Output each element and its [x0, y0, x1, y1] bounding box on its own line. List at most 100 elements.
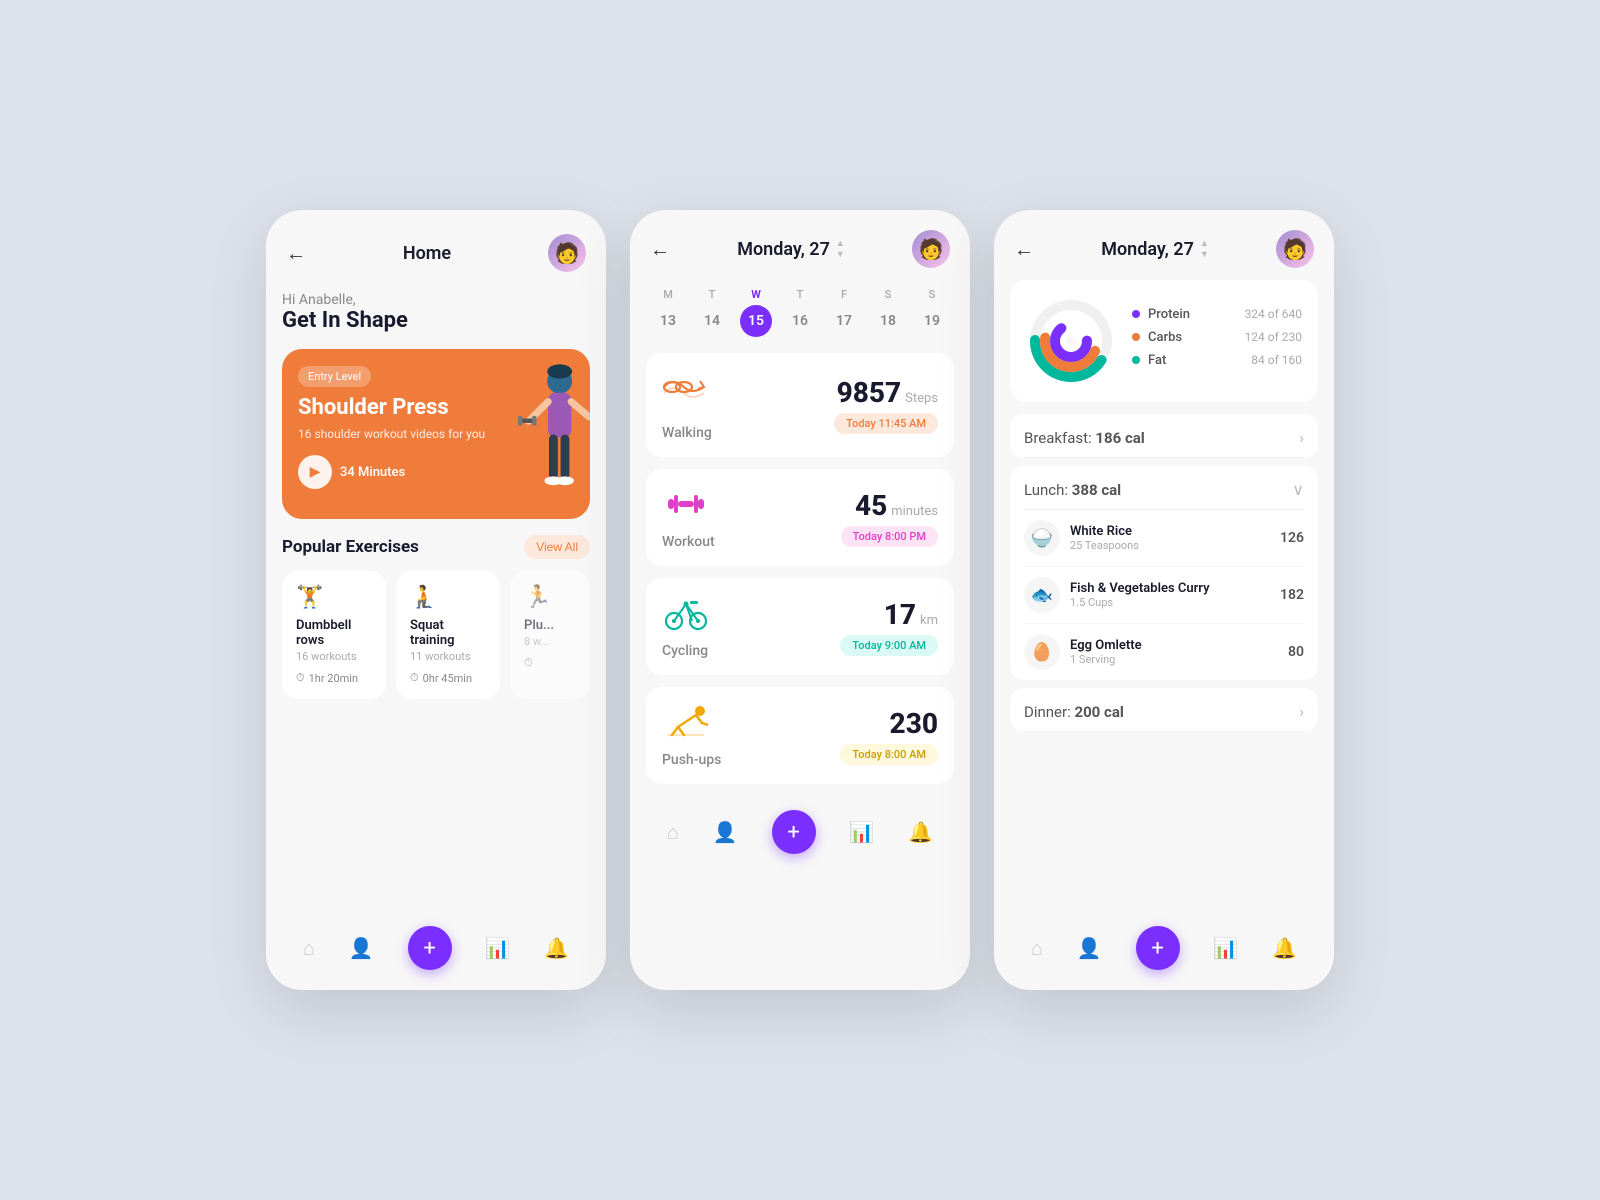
- food-calories: 80: [1288, 644, 1304, 660]
- exercise-name: Plu...: [524, 618, 576, 633]
- greeting-main: Get In Shape: [282, 308, 590, 333]
- profile-nav-icon[interactable]: 👤: [349, 936, 374, 960]
- food-calories: 126: [1280, 530, 1304, 546]
- activity-card-walking[interactable]: Walking 9857 Steps Today 11:45 AM: [646, 353, 954, 457]
- home-nav-icon[interactable]: ⌂: [1031, 936, 1043, 961]
- expand-icon[interactable]: ›: [1299, 428, 1304, 447]
- fat-dot: [1132, 356, 1140, 364]
- home-nav-icon[interactable]: ⌂: [667, 820, 679, 845]
- activity-value: 45 minutes Today 8:00 PM: [727, 489, 938, 547]
- pushups-icon: [662, 703, 710, 748]
- food-name: White Rice: [1070, 524, 1139, 539]
- protein-dot: [1132, 310, 1140, 318]
- day-item-active[interactable]: W 15: [740, 288, 772, 337]
- activity-card-pushups[interactable]: Push-ups 230 Today 8:00 AM: [646, 687, 954, 784]
- avatar[interactable]: 🧑: [1276, 230, 1314, 268]
- day-item[interactable]: S 18: [872, 288, 904, 337]
- bell-nav-icon[interactable]: 🔔: [1272, 936, 1297, 960]
- bottom-nav: ⌂ 👤 + 📊 🔔: [630, 796, 970, 874]
- activity-value: 230 Today 8:00 AM: [733, 707, 938, 765]
- day-item[interactable]: F 17: [828, 288, 860, 337]
- profile-nav-icon[interactable]: 👤: [1077, 936, 1102, 960]
- add-button[interactable]: +: [1136, 926, 1180, 970]
- exercise-card[interactable]: 🏃 Plu... 8 w... ⏱: [510, 571, 590, 699]
- hero-card[interactable]: Entry Level Shoulder Press 16 shoulder w…: [282, 349, 590, 519]
- exercise-card[interactable]: 🏋️ Dumbbell rows 16 workouts ⏱ 1hr 20min: [282, 571, 386, 699]
- walking-icon: [662, 369, 710, 421]
- phone3-header: ← Monday, 27 ▲▼ 🧑: [994, 210, 1334, 280]
- date-arrows[interactable]: ▲▼: [836, 238, 845, 260]
- food-amount: 1 Serving: [1070, 653, 1142, 666]
- protein-label: Protein: [1148, 307, 1237, 322]
- back-button[interactable]: ←: [650, 237, 670, 262]
- bottom-nav: ⌂ 👤 + 📊 🔔: [266, 912, 606, 990]
- rice-icon: 🍚: [1024, 520, 1060, 556]
- home-nav-icon[interactable]: ⌂: [303, 936, 315, 961]
- chart-nav-icon[interactable]: 📊: [849, 820, 874, 844]
- bell-nav-icon[interactable]: 🔔: [544, 936, 569, 960]
- avatar[interactable]: 🧑: [912, 230, 950, 268]
- avatar[interactable]: 🧑: [548, 234, 586, 272]
- bell-nav-icon[interactable]: 🔔: [908, 820, 933, 844]
- workout-icon: [662, 485, 710, 530]
- macro-protein: Protein 324 of 640: [1132, 307, 1302, 322]
- carbs-label: Carbs: [1148, 330, 1237, 345]
- day-item[interactable]: T 14: [696, 288, 728, 337]
- exercise-time: ⏱ 1hr 20min: [296, 671, 372, 685]
- clock-icon: ⏱: [524, 656, 533, 670]
- activity-badge: Today 11:45 AM: [834, 413, 938, 434]
- date-title: Monday, 27 ▲▼: [737, 238, 845, 260]
- fish-icon: 🐟: [1024, 577, 1060, 613]
- expand-icon[interactable]: ›: [1299, 702, 1304, 721]
- exercise-count: 8 w...: [524, 635, 576, 648]
- back-button[interactable]: ←: [286, 241, 306, 266]
- cycling-icon: [662, 594, 710, 639]
- add-button[interactable]: +: [408, 926, 452, 970]
- day-item[interactable]: S 19: [916, 288, 948, 337]
- dinner-header[interactable]: Dinner: 200 cal ›: [1024, 688, 1304, 732]
- back-button[interactable]: ←: [1014, 237, 1034, 262]
- exercise-card[interactable]: 🧎 Squat training 11 workouts ⏱ 0hr 45min: [396, 571, 500, 699]
- protein-value: 324 of 640: [1245, 307, 1302, 321]
- breakfast-header[interactable]: Breakfast: 186 cal ›: [1024, 414, 1304, 458]
- day-item[interactable]: M 13: [652, 288, 684, 337]
- date-arrows[interactable]: ▲▼: [1200, 238, 1209, 260]
- phone-home: ← Home 🧑 Hi Anabelle, Get In Shape Entry…: [266, 210, 606, 990]
- add-button[interactable]: +: [772, 810, 816, 854]
- egg-icon: 🥚: [1024, 634, 1060, 670]
- food-name: Egg Omlette: [1070, 638, 1142, 653]
- activity-badge: Today 8:00 AM: [840, 744, 938, 765]
- date-title: Monday, 27 ▲▼: [1101, 238, 1209, 260]
- food-amount: 1.5 Cups: [1070, 596, 1210, 609]
- food-item-curry: 🐟 Fish & Vegetables Curry 1.5 Cups 182: [1024, 567, 1304, 624]
- donut-chart: [1026, 296, 1116, 386]
- exercise-count: 16 workouts: [296, 650, 372, 663]
- lunch-header[interactable]: Lunch: 388 cal ∨: [1024, 466, 1304, 510]
- phone-nutrition: ← Monday, 27 ▲▼ 🧑: [994, 210, 1334, 990]
- phone2-header: ← Monday, 27 ▲▼ 🧑: [630, 210, 970, 280]
- nutrition-circle: Protein 324 of 640 Carbs 124 of 230 Fat …: [1010, 280, 1318, 402]
- activity-label: Workout: [662, 534, 715, 550]
- breakfast-title: Breakfast: 186 cal: [1024, 429, 1145, 447]
- chart-nav-icon[interactable]: 📊: [1213, 936, 1238, 960]
- fat-label: Fat: [1148, 353, 1243, 368]
- phone1-header: ← Home 🧑: [266, 210, 606, 284]
- activity-card-workout[interactable]: Workout 45 minutes Today 8:00 PM: [646, 469, 954, 566]
- section-title: Popular Exercises: [282, 537, 419, 557]
- activity-value: 17 km Today 9:00 AM: [722, 598, 938, 656]
- phone-activity: ← Monday, 27 ▲▼ 🧑 M 13 T 14 W 15 T 16: [630, 210, 970, 990]
- fat-value: 84 of 160: [1251, 353, 1302, 367]
- chart-nav-icon[interactable]: 📊: [485, 936, 510, 960]
- macro-list: Protein 324 of 640 Carbs 124 of 230 Fat …: [1132, 307, 1302, 376]
- profile-nav-icon[interactable]: 👤: [713, 820, 738, 844]
- activity-card-cycling[interactable]: Cycling 17 km Today 9:00 AM: [646, 578, 954, 675]
- page-title: Home: [403, 243, 451, 264]
- play-button[interactable]: ▶: [298, 455, 332, 489]
- activity-label: Cycling: [662, 643, 710, 659]
- greeting: Hi Anabelle, Get In Shape: [282, 284, 590, 339]
- day-item[interactable]: T 16: [784, 288, 816, 337]
- clock-icon: ⏱: [410, 671, 419, 685]
- view-all-button[interactable]: View All: [524, 535, 590, 559]
- collapse-icon[interactable]: ∨: [1292, 480, 1304, 499]
- food-item-egg: 🥚 Egg Omlette 1 Serving 80: [1024, 624, 1304, 680]
